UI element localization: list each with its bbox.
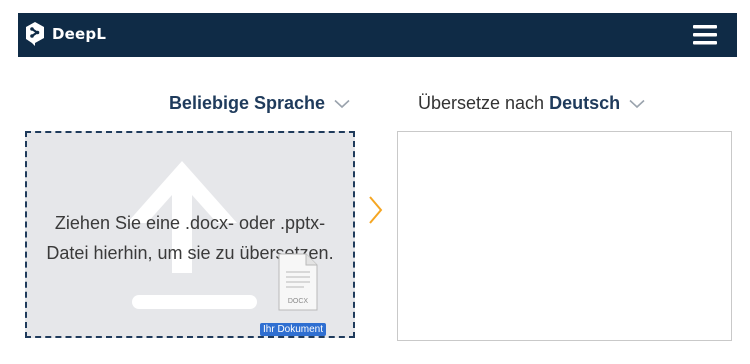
document-file-icon: DOCX xyxy=(278,253,318,311)
translate-arrow xyxy=(368,195,384,230)
file-type-label: DOCX xyxy=(288,298,309,305)
chevron-right-icon xyxy=(369,196,383,224)
target-language-prefix: Übersetze nach xyxy=(418,93,545,113)
brand-name: DeepL xyxy=(52,25,107,43)
chevron-down-icon xyxy=(334,99,350,108)
target-language-selector[interactable]: Übersetze nach Deutsch xyxy=(418,93,645,114)
target-language-label: Deutsch xyxy=(549,93,621,113)
source-language-label: Beliebige Sprache xyxy=(168,93,325,113)
chevron-down-icon xyxy=(629,99,645,108)
deepl-logo[interactable]: DeepL xyxy=(24,21,106,47)
document-badge: Ihr Dokument xyxy=(260,323,327,336)
deepl-logo-icon xyxy=(26,22,44,46)
top-navigation-bar: DeepL xyxy=(18,13,737,57)
document-drop-zone[interactable]: Ziehen Sie eine .docx- oder .pptx- Datei… xyxy=(25,131,355,338)
source-language-selector[interactable]: Beliebige Sprache xyxy=(169,93,350,114)
hamburger-menu-icon xyxy=(693,25,717,45)
translation-output-box[interactable] xyxy=(397,131,732,341)
menu-button[interactable] xyxy=(693,24,717,46)
drop-instructions-line1: Ziehen Sie eine .docx- oder .pptx- xyxy=(54,213,326,233)
